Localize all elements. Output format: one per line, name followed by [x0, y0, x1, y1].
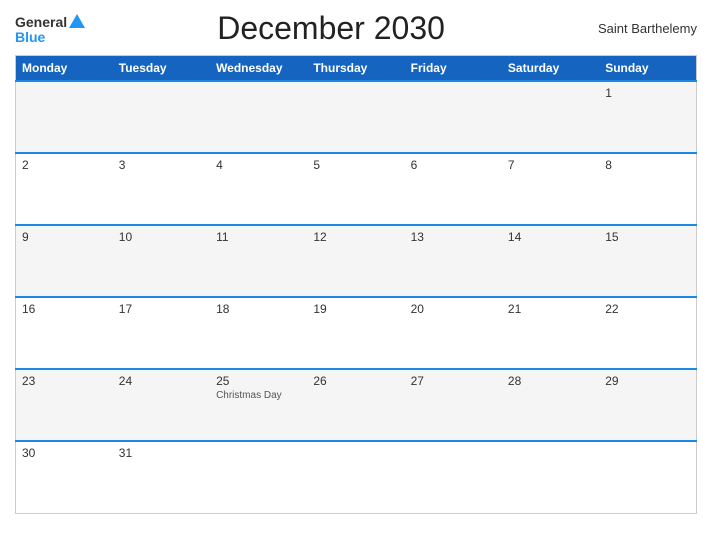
day-number: 19	[313, 302, 398, 316]
calendar-cell: 4	[210, 153, 307, 225]
day-number: 5	[313, 158, 398, 172]
day-number: 10	[119, 230, 204, 244]
calendar-cell: 9	[16, 225, 113, 297]
calendar-cell: 6	[405, 153, 502, 225]
calendar-week-row: 30 31	[16, 441, 697, 513]
calendar-cell	[405, 81, 502, 153]
calendar-cell	[210, 81, 307, 153]
day-number: 26	[313, 374, 398, 388]
weekday-header-row: Monday Tuesday Wednesday Thursday Friday…	[16, 56, 697, 82]
header-monday: Monday	[16, 56, 113, 82]
calendar-title: December 2030	[85, 10, 577, 47]
calendar-cell: 20	[405, 297, 502, 369]
header-wednesday: Wednesday	[210, 56, 307, 82]
calendar-cell: 16	[16, 297, 113, 369]
logo-general-text: General	[15, 15, 67, 29]
logo: General Blue	[15, 14, 85, 44]
day-number: 23	[22, 374, 107, 388]
calendar-cell: 23	[16, 369, 113, 441]
day-number: 16	[22, 302, 107, 316]
calendar-cell: 30	[16, 441, 113, 513]
calendar-week-row: 23 24 25 Christmas Day 26 27 28 29	[16, 369, 697, 441]
day-number: 15	[605, 230, 690, 244]
region-label: Saint Barthelemy	[577, 21, 697, 36]
calendar-cell: 18	[210, 297, 307, 369]
calendar-cell: 2	[16, 153, 113, 225]
calendar-cell: 3	[113, 153, 210, 225]
day-number: 1	[605, 86, 690, 100]
calendar-table: Monday Tuesday Wednesday Thursday Friday…	[15, 55, 697, 514]
calendar-cell: 17	[113, 297, 210, 369]
calendar-week-row: 2345678	[16, 153, 697, 225]
day-number: 31	[119, 446, 204, 460]
day-number: 9	[22, 230, 107, 244]
day-number: 2	[22, 158, 107, 172]
calendar-cell: 26	[307, 369, 404, 441]
calendar-cell: 24	[113, 369, 210, 441]
calendar-cell: 5	[307, 153, 404, 225]
calendar-cell	[502, 441, 599, 513]
day-number: 27	[411, 374, 496, 388]
page: General Blue December 2030 Saint Barthel…	[0, 0, 712, 550]
calendar-week-row: 9 10 11 12 13 14 15	[16, 225, 697, 297]
calendar-cell	[502, 81, 599, 153]
day-number: 29	[605, 374, 690, 388]
calendar-cell: 15	[599, 225, 696, 297]
header-tuesday: Tuesday	[113, 56, 210, 82]
calendar-cell: 8	[599, 153, 696, 225]
calendar-cell: 28	[502, 369, 599, 441]
day-number: 30	[22, 446, 107, 460]
header: General Blue December 2030 Saint Barthel…	[15, 10, 697, 47]
day-number: 4	[216, 158, 301, 172]
calendar-cell: 31	[113, 441, 210, 513]
logo-blue-text: Blue	[15, 30, 85, 44]
holiday-label: Christmas Day	[216, 390, 301, 401]
calendar-cell: 25 Christmas Day	[210, 369, 307, 441]
day-number: 20	[411, 302, 496, 316]
calendar-cell: 11	[210, 225, 307, 297]
day-number: 24	[119, 374, 204, 388]
day-number: 22	[605, 302, 690, 316]
calendar-cell	[210, 441, 307, 513]
day-number: 21	[508, 302, 593, 316]
calendar-cell: 29	[599, 369, 696, 441]
day-number: 7	[508, 158, 593, 172]
calendar-cell	[113, 81, 210, 153]
calendar-header: Monday Tuesday Wednesday Thursday Friday…	[16, 56, 697, 82]
day-number: 25	[216, 374, 301, 388]
calendar-cell: 22	[599, 297, 696, 369]
day-number: 18	[216, 302, 301, 316]
calendar-cell: 7	[502, 153, 599, 225]
calendar-cell: 13	[405, 225, 502, 297]
logo-triangle-icon	[69, 14, 85, 28]
calendar-body: 1234567891011121314151617181920212223242…	[16, 81, 697, 513]
calendar-cell: 12	[307, 225, 404, 297]
day-number: 11	[216, 230, 301, 244]
day-number: 14	[508, 230, 593, 244]
calendar-cell	[307, 441, 404, 513]
calendar-cell	[16, 81, 113, 153]
day-number: 8	[605, 158, 690, 172]
day-number: 12	[313, 230, 398, 244]
day-number: 3	[119, 158, 204, 172]
header-sunday: Sunday	[599, 56, 696, 82]
calendar-cell: 1	[599, 81, 696, 153]
header-saturday: Saturday	[502, 56, 599, 82]
day-number: 28	[508, 374, 593, 388]
calendar-week-row: 16 17 18 19 20 21 22	[16, 297, 697, 369]
calendar-cell	[307, 81, 404, 153]
calendar-cell: 14	[502, 225, 599, 297]
day-number: 6	[411, 158, 496, 172]
header-thursday: Thursday	[307, 56, 404, 82]
calendar-cell	[405, 441, 502, 513]
day-number: 17	[119, 302, 204, 316]
calendar-cell: 10	[113, 225, 210, 297]
calendar-cell	[599, 441, 696, 513]
header-friday: Friday	[405, 56, 502, 82]
calendar-week-row: 1	[16, 81, 697, 153]
calendar-cell: 21	[502, 297, 599, 369]
calendar-cell: 27	[405, 369, 502, 441]
calendar-cell: 19	[307, 297, 404, 369]
day-number: 13	[411, 230, 496, 244]
